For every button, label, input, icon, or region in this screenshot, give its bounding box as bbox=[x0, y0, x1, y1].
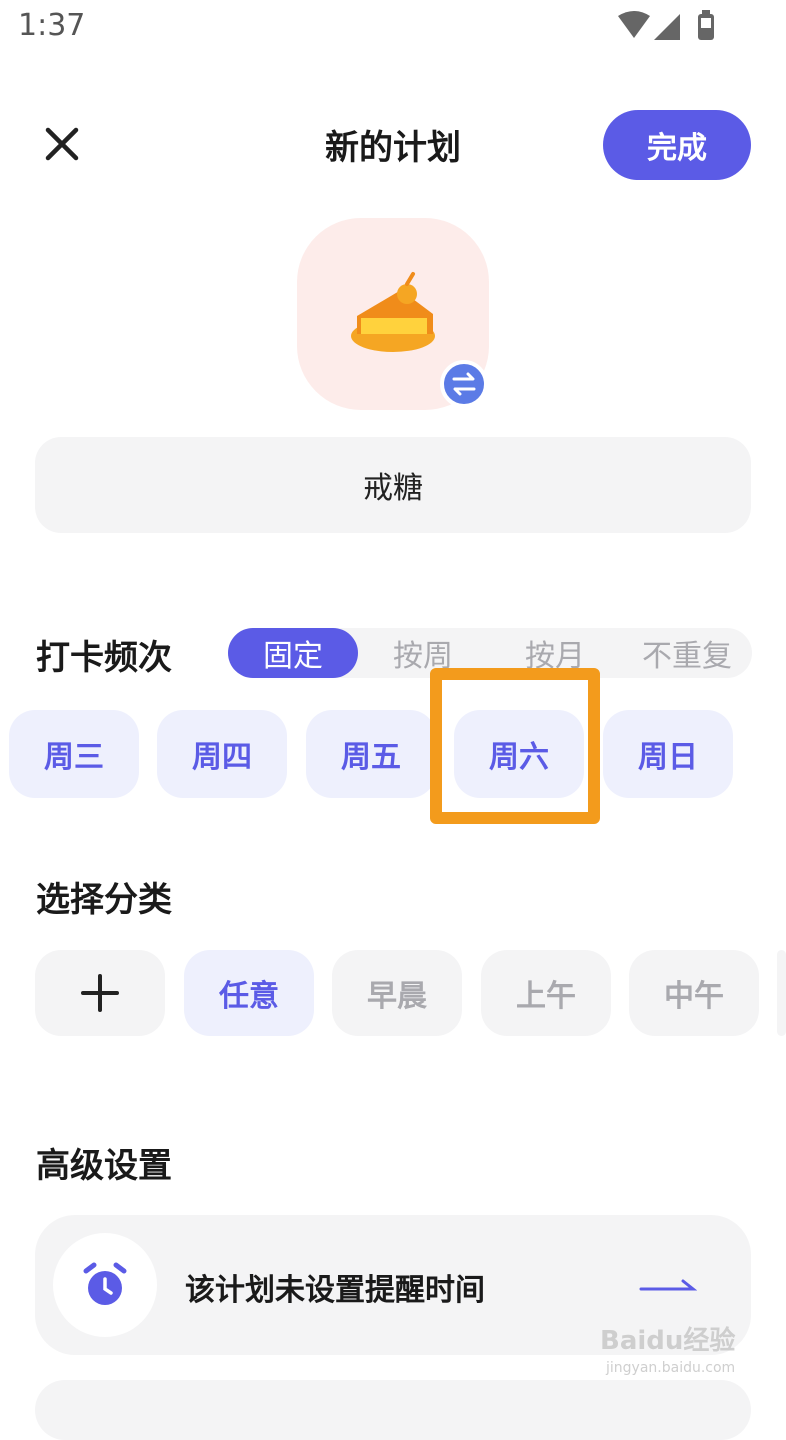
day-chip-thursday[interactable]: 周四 bbox=[157, 710, 287, 798]
plan-name-field[interactable]: 戒糖 bbox=[35, 437, 751, 533]
tab-weekly[interactable]: 按周 bbox=[358, 628, 488, 678]
wifi-icon bbox=[618, 11, 650, 38]
done-button[interactable]: 完成 bbox=[603, 110, 751, 180]
frequency-heading: 打卡频次 bbox=[36, 638, 172, 678]
reminder-text: 该计划未设置提醒时间 bbox=[185, 1273, 485, 1308]
status-icons bbox=[618, 10, 714, 40]
frequency-segmented-control: 固定 按周 按月 不重复 bbox=[228, 628, 752, 678]
day-chip-friday[interactable]: 周五 bbox=[306, 710, 436, 798]
next-settings-card[interactable] bbox=[35, 1380, 751, 1440]
alarm-clock-icon bbox=[83, 1262, 127, 1305]
day-chip-wednesday[interactable]: 周三 bbox=[9, 710, 139, 798]
plus-icon bbox=[81, 974, 119, 1012]
tab-no-repeat[interactable]: 不重复 bbox=[622, 628, 752, 678]
day-chip-saturday[interactable]: 周六 bbox=[454, 710, 584, 798]
swap-icon-button[interactable] bbox=[440, 360, 488, 408]
category-heading: 选择分类 bbox=[36, 880, 172, 920]
alarm-icon-circle bbox=[53, 1233, 157, 1337]
watermark-url: jingyan.baidu.com bbox=[606, 1360, 736, 1376]
category-chip-early-morning[interactable]: 早晨 bbox=[332, 950, 462, 1036]
category-chip-noon[interactable]: 中午 bbox=[629, 950, 759, 1036]
category-chip-morning[interactable]: 上午 bbox=[481, 950, 611, 1036]
watermark-brand: Baidu经验 bbox=[600, 1326, 736, 1356]
add-category-button[interactable] bbox=[35, 950, 165, 1036]
category-chip-any[interactable]: 任意 bbox=[184, 950, 314, 1036]
signal-icon bbox=[654, 14, 680, 40]
status-time: 1:37 bbox=[18, 8, 86, 43]
arrow-right-icon bbox=[639, 1279, 697, 1291]
category-chip-partial[interactable] bbox=[777, 950, 786, 1036]
tab-fixed[interactable]: 固定 bbox=[228, 628, 358, 678]
day-chip-sunday[interactable]: 周日 bbox=[603, 710, 733, 798]
swap-icon bbox=[452, 372, 476, 396]
advanced-heading: 高级设置 bbox=[36, 1146, 172, 1186]
tab-monthly[interactable]: 按月 bbox=[490, 628, 620, 678]
